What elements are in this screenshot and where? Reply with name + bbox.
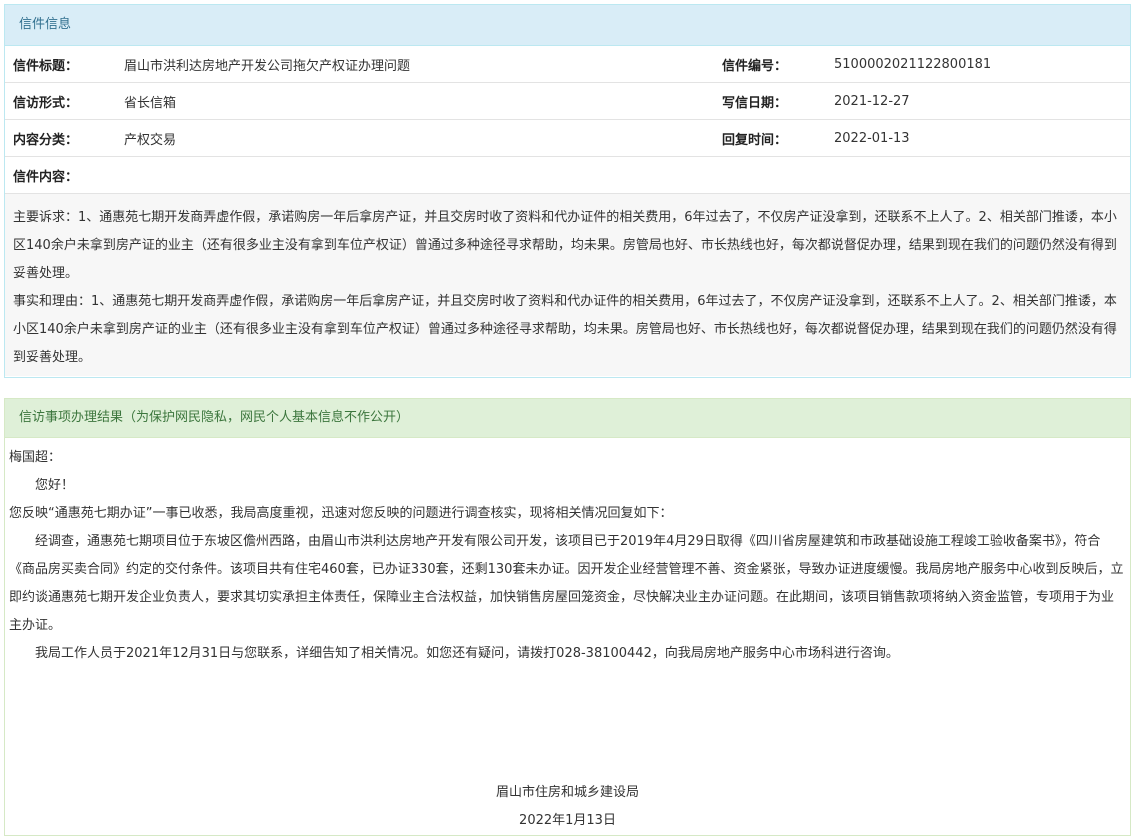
result-heading: 信访事项办理结果（为保护网民隐私，网民个人基本信息不作公开） (5, 399, 1130, 438)
content-paragraph-facts: 事实和理由：1、通惠苑七期开发商弄虚作假，承诺购房一年后拿房产证，并且交房时收了… (13, 294, 1117, 365)
signature-date: 2022年1月13日 (519, 813, 616, 828)
letter-content-label: 信件内容： (5, 156, 1130, 194)
letter-content: 主要诉求：1、通惠苑七期开发商弄虚作假，承诺购房一年后拿房产证，并且交房时收了资… (5, 194, 1130, 376)
letter-form-label: 信访形式： (5, 82, 124, 120)
category-value: 产权交易 (124, 119, 714, 157)
greeting: 您好！ (35, 478, 75, 493)
letter-number-value: 5100002021122800181 (834, 46, 1130, 83)
reply-time-label: 回复时间： (714, 119, 834, 157)
result-panel: 信访事项办理结果（为保护网民隐私，网民个人基本信息不作公开） 梅国超： 您好！ … (4, 398, 1131, 836)
write-date-label: 写信日期： (714, 82, 834, 120)
letter-form-value: 省长信箱 (124, 82, 714, 120)
reply-paragraph-investigation: 经调查，通惠苑七期项目位于东坡区儋州西路，由眉山市洪利达房地产开发有限公司开发，… (9, 534, 1124, 633)
letter-title-label: 信件标题： (5, 46, 124, 83)
reply-time-value: 2022-01-13 (834, 119, 1130, 157)
letter-number-label: 信件编号： (714, 46, 834, 83)
write-date-value: 2021-12-27 (834, 82, 1130, 120)
letter-info-panel: 信件信息 信件标题： 眉山市洪利达房地产开发公司拖欠产权证办理问题 信件编号： … (4, 4, 1131, 378)
letter-title-value: 眉山市洪利达房地产开发公司拖欠产权证办理问题 (124, 46, 714, 83)
signature-org: 眉山市住房和城乡建设局 (495, 785, 639, 800)
greeting-name: 梅国超： (9, 450, 62, 465)
letter-info-heading: 信件信息 (5, 5, 1130, 46)
info-row-title: 信件标题： 眉山市洪利达房地产开发公司拖欠产权证办理问题 信件编号： 51000… (5, 46, 1130, 83)
category-label: 内容分类： (5, 119, 124, 157)
reply-paragraph-contact: 我局工作人员于2021年12月31日与您联系，详细告知了相关情况。如您还有疑问，… (35, 646, 899, 661)
info-row-content-label: 信件内容： (5, 156, 1130, 194)
letter-info-table: 信件标题： 眉山市洪利达房地产开发公司拖欠产权证办理问题 信件编号： 51000… (5, 46, 1130, 194)
reply-paragraph-intro: 您反映“通惠苑七期办证”一事已收悉，我局高度重视，迅速对您反映的问题进行调查核实… (9, 506, 673, 521)
info-row-category: 内容分类： 产权交易 回复时间： 2022-01-13 (5, 119, 1130, 157)
reply-body: 梅国超： 您好！ 您反映“通惠苑七期办证”一事已收悉，我局高度重视，迅速对您反映… (5, 438, 1130, 668)
content-paragraph-main-appeal: 主要诉求：1、通惠苑七期开发商弄虚作假，承诺购房一年后拿房产证，并且交房时收了资… (13, 210, 1117, 281)
info-row-form: 信访形式： 省长信箱 写信日期： 2021-12-27 (5, 82, 1130, 120)
